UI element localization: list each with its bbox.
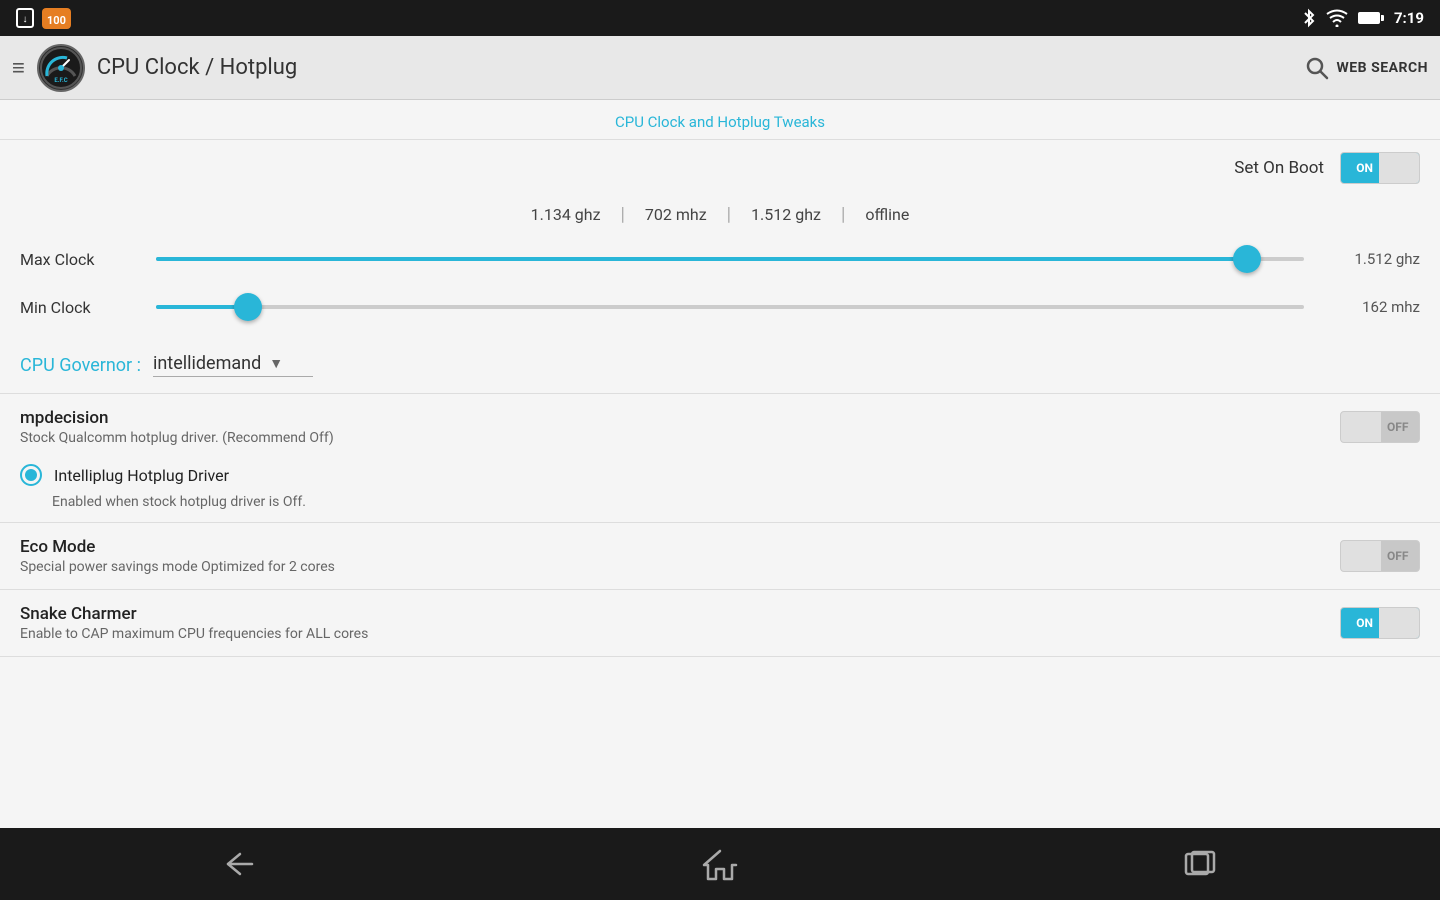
radio-inner <box>25 469 37 481</box>
eco-mode-toggle[interactable]: OFF <box>1340 540 1420 572</box>
cpu-stats-row: 1.134 ghz | 702 mhz | 1.512 ghz | offlin… <box>0 196 1440 241</box>
recent-apps-icon <box>1183 849 1217 879</box>
min-clock-slider-container <box>156 297 1304 317</box>
stat-divider-3: | <box>841 204 845 225</box>
section-header: CPU Clock and Hotplug Tweaks <box>0 100 1440 140</box>
intelliplug-label: Intelliplug Hotplug Driver <box>54 466 229 485</box>
recent-apps-button[interactable] <box>1170 844 1230 884</box>
divider-2 <box>0 522 1440 523</box>
snake-charmer-toggle-container: ON <box>1340 607 1420 639</box>
battery-icon <box>1358 12 1384 24</box>
intelliplug-radio-row[interactable]: Intelliplug Hotplug Driver <box>0 456 1440 494</box>
eco-mode-title: Eco Mode <box>20 537 1320 557</box>
home-button[interactable] <box>690 844 750 884</box>
set-on-boot-label: Set On Boot <box>1234 158 1324 178</box>
min-clock-thumb[interactable] <box>234 293 262 321</box>
main-content: CPU Clock and Hotplug Tweaks Set On Boot… <box>0 100 1440 828</box>
cpu-stat-2: 702 mhz <box>645 205 707 224</box>
eco-mode-thumb <box>1341 541 1381 571</box>
app-bar: ≡ E.F.C CPU Clock / Hotplug WEB SEARCH <box>0 36 1440 100</box>
max-clock-thumb[interactable] <box>1233 245 1261 273</box>
svg-text:E.F.C: E.F.C <box>54 77 67 84</box>
min-clock-row: Min Clock 162 mhz <box>20 297 1420 317</box>
snake-charmer-thumb <box>1379 608 1419 638</box>
eco-mode-toggle-label: OFF <box>1381 549 1414 563</box>
section-title: CPU Clock and Hotplug Tweaks <box>615 113 825 131</box>
mpdecision-toggle-container: OFF <box>1340 411 1420 443</box>
governor-dropdown-arrow: ▼ <box>269 355 283 372</box>
divider-4 <box>0 656 1440 657</box>
sliders-section: Max Clock 1.512 ghz Min Clock 162 mhz <box>0 241 1440 345</box>
min-clock-track <box>156 305 1304 309</box>
bluetooth-icon <box>1302 8 1316 28</box>
snake-charmer-toggle-label: ON <box>1350 616 1379 630</box>
app-icon: E.F.C <box>37 44 85 92</box>
search-icon <box>1305 56 1329 80</box>
divider-1 <box>0 393 1440 394</box>
intelliplug-radio-button[interactable] <box>20 464 42 486</box>
toggle-on-label: ON <box>1350 161 1379 175</box>
mpdecision-thumb <box>1341 412 1381 442</box>
min-clock-value: 162 mhz <box>1320 298 1420 316</box>
cpu-stat-3: 1.512 ghz <box>751 205 821 224</box>
status-right-icons: 7:19 <box>1302 8 1424 28</box>
min-clock-label: Min Clock <box>20 298 140 317</box>
toggle-thumb <box>1379 153 1419 183</box>
home-icon <box>702 847 738 881</box>
governor-value: intellidemand <box>153 353 261 374</box>
eco-mode-description: Special power savings mode Optimized for… <box>20 559 1320 575</box>
stat-divider-2: | <box>727 204 731 225</box>
cpu-stat-4: offline <box>865 205 909 224</box>
web-search-label: WEB SEARCH <box>1337 60 1428 76</box>
eco-mode-row: Eco Mode Special power savings mode Opti… <box>0 527 1440 585</box>
governor-row: CPU Governor : intellidemand ▼ <box>0 345 1440 389</box>
mpdecision-description: Stock Qualcomm hotplug driver. (Recommen… <box>20 430 1320 446</box>
status-bar: ↓ 100 7:19 <box>0 0 1440 36</box>
download-icon: ↓ <box>16 8 34 28</box>
snake-charmer-toggle[interactable]: ON <box>1340 607 1420 639</box>
governor-dropdown[interactable]: intellidemand ▼ <box>153 353 313 377</box>
max-clock-track <box>156 257 1304 261</box>
back-button[interactable] <box>210 844 270 884</box>
eco-mode-content: Eco Mode Special power savings mode Opti… <box>20 537 1320 575</box>
max-clock-fill <box>156 257 1247 261</box>
mpdecision-row: mpdecision Stock Qualcomm hotplug driver… <box>0 398 1440 456</box>
hamburger-menu[interactable]: ≡ <box>12 55 25 81</box>
snake-charmer-title: Snake Charmer <box>20 604 1320 624</box>
governor-label: CPU Governor : <box>20 355 141 376</box>
wifi-icon <box>1326 9 1348 27</box>
notification-badge: 100 <box>42 8 71 29</box>
mpdecision-title: mpdecision <box>20 408 1320 428</box>
set-on-boot-row: Set On Boot ON <box>0 140 1440 196</box>
status-left-icons: ↓ 100 <box>16 8 71 29</box>
intelliplug-description: Enabled when stock hotplug driver is Off… <box>0 494 1440 518</box>
web-search-button[interactable]: WEB SEARCH <box>1305 56 1428 80</box>
bottom-nav <box>0 828 1440 900</box>
max-clock-value: 1.512 ghz <box>1320 250 1420 268</box>
cpu-stat-1: 1.134 ghz <box>531 205 601 224</box>
snake-charmer-description: Enable to CAP maximum CPU frequencies fo… <box>20 626 1320 642</box>
snake-charmer-content: Snake Charmer Enable to CAP maximum CPU … <box>20 604 1320 642</box>
mpdecision-toggle[interactable]: OFF <box>1340 411 1420 443</box>
divider-3 <box>0 589 1440 590</box>
back-icon <box>220 849 260 879</box>
max-clock-row: Max Clock 1.512 ghz <box>20 249 1420 269</box>
mpdecision-content: mpdecision Stock Qualcomm hotplug driver… <box>20 408 1320 446</box>
eco-mode-toggle-container: OFF <box>1340 540 1420 572</box>
max-clock-slider-container <box>156 249 1304 269</box>
max-clock-label: Max Clock <box>20 250 140 269</box>
set-on-boot-toggle[interactable]: ON <box>1340 152 1420 184</box>
mpdecision-toggle-label: OFF <box>1381 420 1414 434</box>
app-title: CPU Clock / Hotplug <box>97 55 1305 80</box>
status-time: 7:19 <box>1394 9 1424 27</box>
svg-text:↓: ↓ <box>23 14 28 25</box>
snake-charmer-row: Snake Charmer Enable to CAP maximum CPU … <box>0 594 1440 652</box>
stat-divider-1: | <box>621 204 625 225</box>
